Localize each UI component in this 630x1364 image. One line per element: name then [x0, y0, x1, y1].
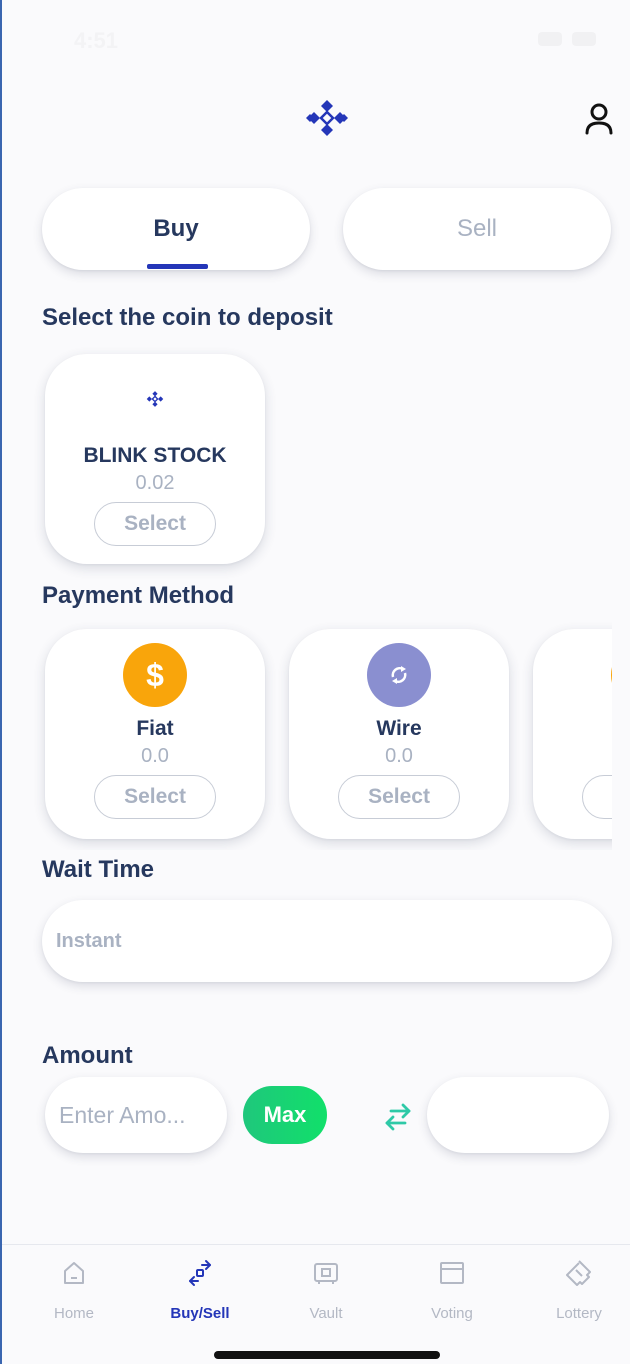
battery-icon [572, 32, 596, 46]
payment-name: Wire [376, 717, 422, 740]
dollar-icon: $ [123, 643, 187, 707]
user-icon[interactable] [580, 100, 618, 138]
nav-label: Lottery [556, 1305, 602, 1322]
active-tab-indicator [147, 264, 208, 269]
payment-name: B [533, 717, 612, 741]
nav-voting[interactable]: Voting [402, 1259, 502, 1335]
max-button[interactable]: Max [243, 1086, 327, 1144]
nav-vault[interactable]: Vault [276, 1259, 376, 1335]
status-bar: 4:51 [2, 22, 630, 62]
wifi-icon [538, 32, 562, 46]
payment-name: Fiat [136, 717, 174, 740]
swap-arrows-icon[interactable] [381, 1099, 415, 1133]
payment-select-button[interactable]: S [582, 775, 612, 819]
ticket-icon [566, 1260, 591, 1286]
payment-balance: 0.0 [141, 745, 169, 767]
coin-select-button[interactable]: Select [94, 502, 216, 546]
payment-select-button[interactable]: Select [94, 775, 216, 819]
status-icons [538, 32, 596, 46]
coin-icon [611, 643, 612, 707]
home-icon [64, 1262, 84, 1284]
nav-home[interactable]: Home [24, 1259, 124, 1335]
blink-logo-icon [146, 391, 164, 407]
swap-icon [189, 1260, 211, 1286]
bottom-navigation: Home Buy/Sell Vault Voting Lottery [2, 1244, 630, 1364]
payment-section-title: Payment Method [42, 582, 235, 609]
tab-sell[interactable]: Sell [343, 188, 611, 270]
amount-input[interactable]: Enter Amo... [45, 1077, 227, 1153]
app-screen: 4:51 Buy Sell Select the coin to deposit [0, 0, 630, 1364]
coin-card-blink-stock[interactable]: BLINK STOCK 0.02 Select [45, 354, 265, 564]
nav-label: Voting [431, 1305, 473, 1322]
payment-balance: 0.0 [385, 745, 413, 767]
nav-label: Vault [309, 1305, 343, 1322]
nav-lottery[interactable]: Lottery [529, 1259, 629, 1335]
status-time: 4:51 [74, 28, 119, 53]
tab-buy[interactable]: Buy [42, 188, 310, 270]
payment-method-carousel[interactable]: $ Fiat 0.0 Select Wire 0.0 Select B S [2, 620, 612, 850]
wait-time-title: Wait Time [42, 856, 155, 883]
blink-logo-icon [306, 100, 348, 136]
ballot-icon [440, 1262, 464, 1284]
payment-card-wire[interactable]: Wire 0.0 Select [289, 629, 509, 839]
deposit-section-title: Select the coin to deposit [42, 304, 333, 331]
home-indicator [214, 1351, 440, 1359]
refresh-icon [367, 643, 431, 707]
payment-card-fiat[interactable]: $ Fiat 0.0 Select [45, 629, 265, 839]
nav-buy-sell[interactable]: Buy/Sell [150, 1259, 250, 1335]
vault-icon [314, 1263, 338, 1284]
nav-label: Buy/Sell [170, 1305, 230, 1322]
coin-balance: 0.02 [135, 472, 175, 494]
converted-amount-field[interactable] [427, 1077, 609, 1153]
wait-time-field[interactable]: Instant [42, 900, 612, 982]
nav-label: Home [53, 1305, 94, 1322]
payment-card-partial[interactable]: B S [533, 629, 612, 839]
coin-name: BLINK STOCK [83, 444, 227, 467]
amount-title: Amount [42, 1042, 133, 1069]
payment-select-button[interactable]: Select [338, 775, 460, 819]
